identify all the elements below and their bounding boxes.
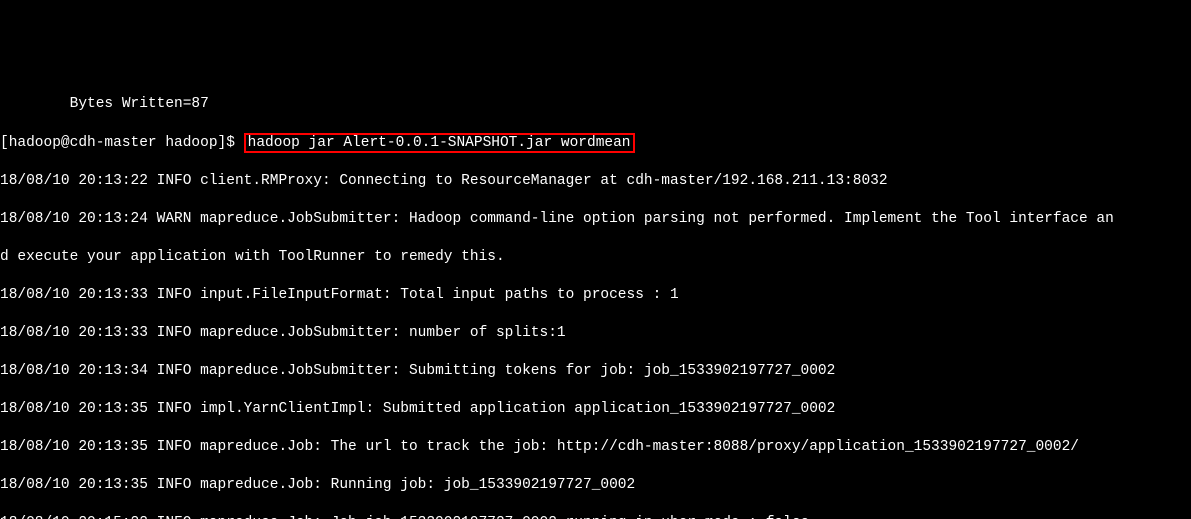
terminal[interactable]: Bytes Written=87 [hadoop@cdh-master hado… bbox=[0, 76, 1191, 519]
log-line: 18/08/10 20:13:35 INFO impl.YarnClientIm… bbox=[0, 400, 1191, 419]
log-line: 18/08/10 20:13:34 INFO mapreduce.JobSubm… bbox=[0, 362, 1191, 381]
previous-output-tail: Bytes Written=87 bbox=[0, 95, 1191, 114]
prompt-line: [hadoop@cdh-master hadoop]$ hadoop jar A… bbox=[0, 133, 1191, 153]
log-line: 18/08/10 20:13:35 INFO mapreduce.Job: Th… bbox=[0, 438, 1191, 457]
log-line: 18/08/10 20:13:22 INFO client.RMProxy: C… bbox=[0, 172, 1191, 191]
log-line: 18/08/10 20:13:33 INFO mapreduce.JobSubm… bbox=[0, 324, 1191, 343]
command-highlight: hadoop jar Alert-0.0.1-SNAPSHOT.jar word… bbox=[244, 133, 635, 153]
log-line: d execute your application with ToolRunn… bbox=[0, 248, 1191, 267]
log-line: 18/08/10 20:13:33 INFO input.FileInputFo… bbox=[0, 286, 1191, 305]
log-line: 18/08/10 20:15:22 INFO mapreduce.Job: Jo… bbox=[0, 514, 1191, 519]
shell-prompt: [hadoop@cdh-master hadoop]$ bbox=[0, 135, 244, 151]
log-line: 18/08/10 20:13:35 INFO mapreduce.Job: Ru… bbox=[0, 476, 1191, 495]
log-line: 18/08/10 20:13:24 WARN mapreduce.JobSubm… bbox=[0, 210, 1191, 229]
